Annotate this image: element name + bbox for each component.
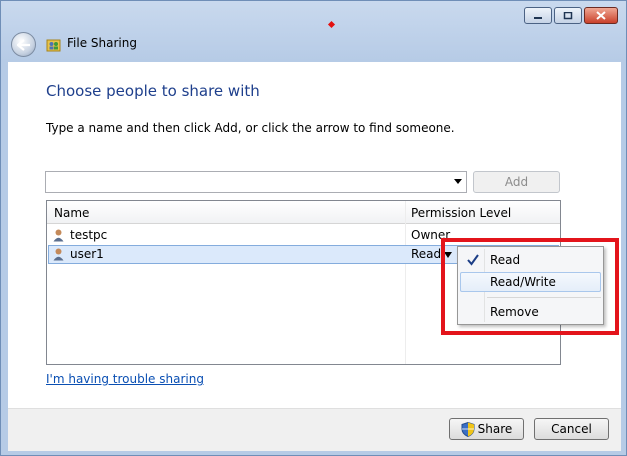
back-arrow-icon: [16, 38, 30, 51]
column-header-permission[interactable]: Permission Level: [411, 206, 511, 220]
cancel-button[interactable]: Cancel: [534, 418, 609, 440]
file-sharing-window: File Sharing Choose people to share with…: [0, 0, 627, 456]
user-icon: [53, 248, 64, 261]
list-header: Name Permission Level: [47, 201, 560, 224]
row-permission[interactable]: Read: [411, 247, 441, 261]
content-area: Choose people to share with Type a name …: [8, 62, 621, 408]
trouble-sharing-link[interactable]: I'm having trouble sharing: [46, 372, 204, 386]
maximize-button[interactable]: [554, 7, 582, 24]
share-button[interactable]: Share: [449, 418, 524, 440]
share-button-label: Share: [477, 422, 513, 436]
dialog-footer: Share Cancel: [8, 408, 621, 451]
row-name: testpc: [70, 228, 108, 242]
window-controls: [524, 7, 618, 24]
column-header-name[interactable]: Name: [54, 206, 89, 220]
chevron-down-icon[interactable]: [454, 179, 462, 184]
row-name: user1: [70, 247, 104, 261]
window-title: File Sharing: [67, 36, 137, 50]
minimize-icon: [534, 16, 542, 19]
maximize-icon: [563, 11, 573, 19]
file-sharing-icon: [46, 39, 61, 52]
close-button[interactable]: [584, 7, 618, 24]
add-button[interactable]: Add: [473, 171, 560, 193]
red-marker: [327, 20, 336, 29]
user-icon: [53, 229, 64, 242]
instruction-text: Type a name and then click Add, or click…: [46, 121, 455, 135]
shield-icon: [461, 421, 475, 437]
title-bar: File Sharing: [1, 1, 626, 61]
back-button[interactable]: [11, 32, 36, 57]
minimize-button[interactable]: [524, 7, 552, 24]
close-icon: [596, 11, 606, 20]
highlight-box: [441, 238, 619, 335]
name-combobox[interactable]: [45, 171, 467, 193]
page-heading: Choose people to share with: [46, 82, 260, 100]
